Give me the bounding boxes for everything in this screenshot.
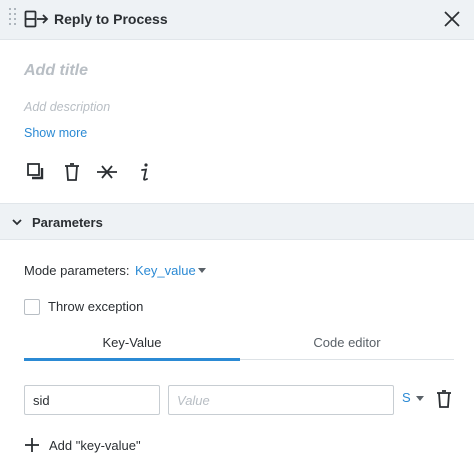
parameters-section-header[interactable]: Parameters xyxy=(0,203,474,240)
caret-down-icon[interactable] xyxy=(197,267,207,275)
mode-parameters-select[interactable]: Key_value xyxy=(135,263,196,278)
drag-handle-icon[interactable] xyxy=(9,8,17,32)
caret-down-icon[interactable] xyxy=(415,395,425,403)
close-icon[interactable] xyxy=(442,9,462,29)
plus-icon[interactable] xyxy=(24,437,40,453)
panel-header: Reply to Process xyxy=(0,0,474,40)
show-more-link[interactable]: Show more xyxy=(24,126,87,140)
tab-key-value[interactable]: Key-Value xyxy=(24,335,240,359)
title-field[interactable]: Add title xyxy=(24,62,88,80)
throw-exception-checkbox[interactable] xyxy=(24,299,40,315)
reply-process-icon xyxy=(24,10,49,28)
mode-parameters-label: Mode parameters: xyxy=(24,263,130,278)
value-type-select[interactable]: S xyxy=(402,390,411,405)
copy-icon[interactable] xyxy=(25,161,47,183)
key-input[interactable] xyxy=(24,385,160,415)
description-field[interactable]: Add description xyxy=(24,100,110,114)
add-key-value-button[interactable]: Add "key-value" xyxy=(49,438,141,453)
value-input[interactable] xyxy=(168,385,394,415)
active-tab-indicator xyxy=(24,358,240,361)
trash-icon[interactable] xyxy=(434,389,454,409)
parameters-section-label: Parameters xyxy=(32,215,103,230)
info-icon[interactable] xyxy=(134,161,156,183)
panel-title: Reply to Process xyxy=(54,11,168,27)
throw-exception-label: Throw exception xyxy=(48,299,144,314)
chevron-down-icon xyxy=(12,219,22,226)
disconnect-icon[interactable] xyxy=(96,161,118,183)
trash-icon[interactable] xyxy=(61,161,83,183)
tab-code-editor[interactable]: Code editor xyxy=(240,335,454,359)
